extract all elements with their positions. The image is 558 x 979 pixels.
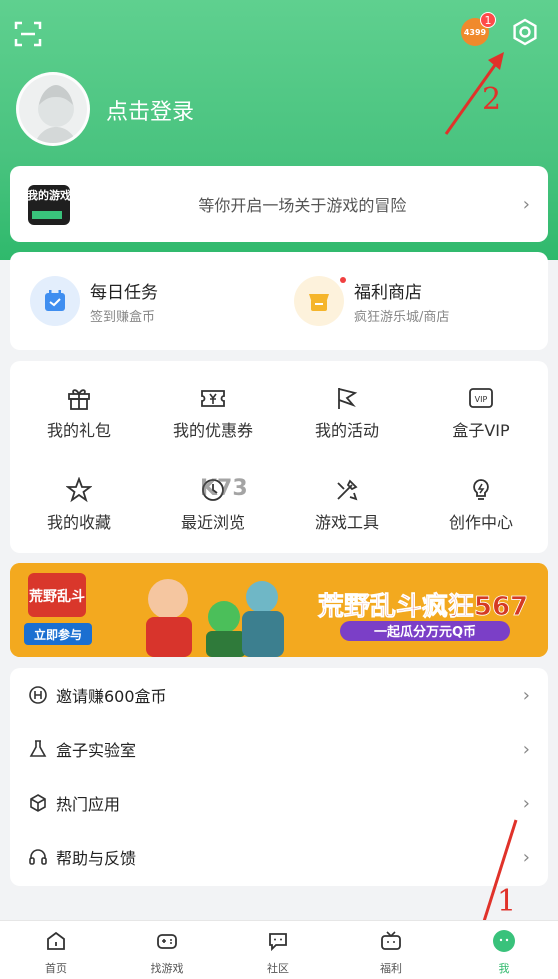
svg-text:VIP: VIP bbox=[475, 395, 488, 404]
tab-label-home: 首页 bbox=[45, 962, 67, 975]
promo-title: 荒野乱斗疯狂567 bbox=[318, 591, 528, 622]
me-icon bbox=[493, 930, 515, 952]
banner-text: 等你开启一场关于游戏的冒险 bbox=[198, 196, 407, 215]
chevron-right-icon: › bbox=[522, 684, 530, 706]
headset-icon bbox=[29, 849, 47, 865]
h-coin-icon bbox=[29, 686, 47, 704]
grid-label-history: 最近浏览 bbox=[180, 513, 245, 532]
chevron-right-icon: › bbox=[522, 738, 530, 760]
tab-label-welfare: 福利 bbox=[380, 962, 402, 975]
feature-grid: 我的礼包 我的优惠券 我的活动 VIP 盒子VIP 我的收藏 最近浏览 游戏工具… bbox=[10, 361, 548, 553]
welfare-shop-subtitle: 疯狂游乐城/商店 bbox=[354, 309, 450, 325]
flag-icon bbox=[338, 388, 358, 409]
settings-icon[interactable] bbox=[510, 17, 540, 47]
menu-label-hot-apps: 热门应用 bbox=[56, 795, 121, 814]
menu-label-lab: 盒子实验室 bbox=[56, 741, 137, 760]
tab-label-me: 我 bbox=[498, 962, 510, 975]
promo-subtitle: 一起瓜分万元Q币 bbox=[374, 624, 476, 640]
daily-task-title: 每日任务 bbox=[90, 282, 158, 303]
badge-count: 1 bbox=[484, 13, 492, 27]
grid-item-activity[interactable]: 我的活动 bbox=[280, 385, 414, 441]
menu-item-invite[interactable]: 邀请赚600盒币 › bbox=[10, 668, 548, 722]
promo-artwork: 荒野乱斗 立即参与 荒野乱斗疯狂567 一起瓜分万元Q币 bbox=[10, 563, 548, 657]
tab-community[interactable]: 社区 bbox=[222, 929, 334, 976]
red-dot-indicator bbox=[340, 277, 346, 283]
daily-task[interactable]: 每日任务 签到赚盒币 bbox=[30, 276, 158, 326]
star-icon bbox=[66, 477, 92, 503]
tab-label-find-games: 找游戏 bbox=[150, 962, 184, 975]
tv-icon bbox=[381, 931, 401, 950]
grid-label-activity: 我的活动 bbox=[314, 421, 379, 440]
tab-label-community: 社区 bbox=[267, 962, 289, 975]
grid-label-tools: 游戏工具 bbox=[314, 513, 379, 532]
chevron-right-icon: › bbox=[522, 846, 530, 868]
grid-label-favorites: 我的收藏 bbox=[46, 513, 111, 532]
my-games-banner[interactable]: 我的游戏 等你开启一场关于游戏的冒险 › bbox=[10, 166, 548, 242]
promo-banner[interactable]: 荒野乱斗 立即参与 荒野乱斗疯狂567 一起瓜分万元Q币 bbox=[10, 563, 548, 657]
avatar[interactable] bbox=[16, 72, 90, 146]
grid-item-tools[interactable]: 游戏工具 bbox=[280, 477, 414, 533]
menu-label-help: 帮助与反馈 bbox=[56, 849, 137, 868]
gift-icon bbox=[68, 389, 90, 410]
menu-item-lab[interactable]: 盒子实验室 › bbox=[10, 722, 548, 776]
shop-icon bbox=[294, 276, 344, 326]
annotation-label-1: 1 bbox=[497, 884, 517, 919]
grid-item-creator[interactable]: 创作中心 bbox=[414, 477, 548, 533]
vip-icon: VIP bbox=[469, 388, 493, 408]
gamepad-icon bbox=[157, 934, 177, 949]
grid-label-creator: 创作中心 bbox=[448, 513, 513, 532]
login-link[interactable]: 点击登录 bbox=[106, 94, 194, 126]
notification-badge: 1 bbox=[480, 12, 496, 28]
grid-label-gift: 我的礼包 bbox=[46, 421, 111, 440]
flask-icon bbox=[29, 740, 47, 757]
tool-icon bbox=[337, 479, 358, 501]
tab-welfare[interactable]: 福利 bbox=[335, 929, 447, 976]
welfare-shop[interactable]: 福利商店 疯狂游乐城/商店 bbox=[294, 276, 449, 326]
grid-label-vip: 盒子VIP bbox=[452, 421, 510, 440]
task-card: 每日任务 签到赚盒币 福利商店 疯狂游乐城/商店 bbox=[10, 252, 548, 350]
bottom-tab-bar: 首页 找游戏 社区 福利 我 bbox=[0, 920, 558, 979]
chat-icon bbox=[269, 933, 287, 952]
promo-join-button-label[interactable]: 立即参与 bbox=[34, 627, 82, 642]
chevron-right-icon: › bbox=[522, 792, 530, 814]
menu-label-invite: 邀请赚600盒币 bbox=[56, 687, 167, 706]
welfare-shop-title: 福利商店 bbox=[354, 282, 422, 303]
promo-game-logo: 荒野乱斗 bbox=[28, 588, 85, 605]
annotation-label-2: 2 bbox=[482, 82, 502, 117]
scan-icon[interactable] bbox=[14, 20, 42, 48]
tab-me[interactable]: 我 bbox=[448, 929, 558, 976]
watermark-text: K73 bbox=[200, 476, 248, 501]
home-icon bbox=[47, 931, 65, 950]
tab-home[interactable]: 首页 bbox=[0, 929, 112, 976]
calendar-icon bbox=[30, 276, 80, 326]
tab-find-games[interactable]: 找游戏 bbox=[111, 929, 223, 976]
grid-item-vip[interactable]: VIP 盒子VIP bbox=[414, 385, 548, 441]
grid-item-coupon[interactable]: 我的优惠券 bbox=[146, 385, 280, 441]
chevron-right-icon: › bbox=[522, 193, 530, 215]
grid-item-favorites[interactable]: 我的收藏 bbox=[12, 477, 146, 533]
my-games-logo: 我的游戏 bbox=[27, 185, 71, 225]
grid-item-gift[interactable]: 我的礼包 bbox=[12, 385, 146, 441]
coin-logo-text: 4399 bbox=[463, 27, 487, 37]
bulb-icon bbox=[473, 479, 489, 500]
cube-icon bbox=[30, 794, 46, 812]
daily-task-subtitle: 签到赚盒币 bbox=[90, 309, 156, 325]
grid-label-coupon: 我的优惠券 bbox=[172, 421, 253, 440]
coupon-icon bbox=[201, 390, 225, 407]
my-games-logo-text: 我的游戏 bbox=[27, 188, 71, 202]
